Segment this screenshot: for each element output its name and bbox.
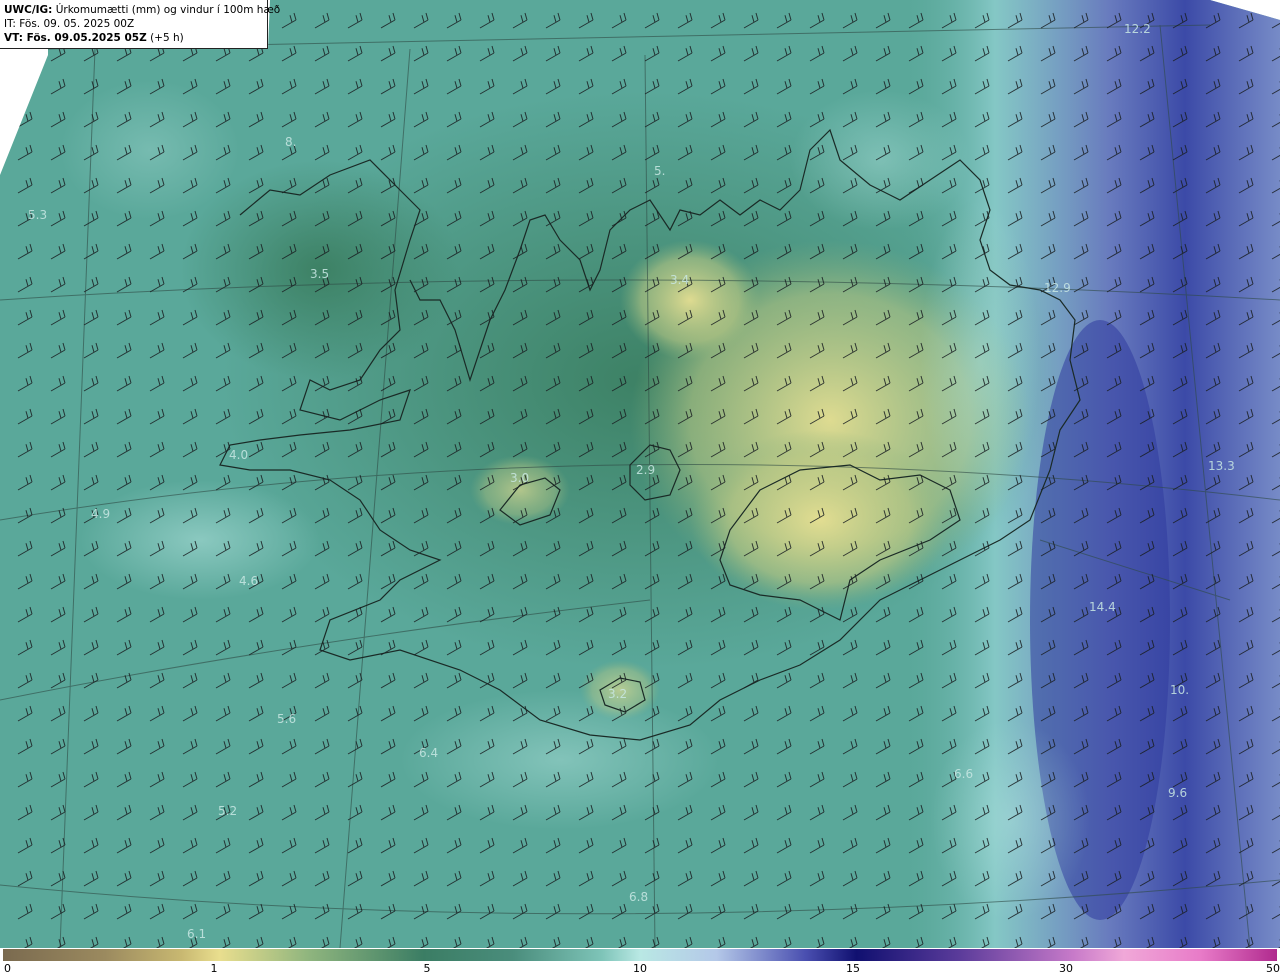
value-label: 6.8 (629, 890, 648, 904)
colorbar-legend: 0 1 5 10 15 30 50 (0, 948, 1280, 978)
value-label: 5.2 (218, 804, 237, 818)
precipitation-wind-map[interactable]: 12.2 5.3 3.5 3.4 12.9 4.0 3.0 2.9 13.3 4… (0, 0, 1280, 948)
map-info-box: UWC/IG: Úrkomumætti (mm) og vindur í 100… (0, 0, 280, 49)
value-label: 5.6 (277, 712, 296, 726)
valid-label: VT: Fös. 09.05.2025 05Z (4, 32, 147, 44)
value-label: 2.9 (636, 463, 655, 477)
value-label: 4.6 (239, 574, 258, 588)
value-label: 6.6 (954, 767, 973, 781)
colorbar-tick: 30 (1059, 962, 1073, 975)
value-label: 3.2 (608, 687, 627, 701)
colorbar-tick: 5 (423, 962, 431, 975)
value-label: 10. (1170, 683, 1189, 697)
value-label: 12.9 (1044, 281, 1071, 295)
value-label: 12.2 (1124, 22, 1151, 36)
value-label: 5.3 (28, 208, 47, 222)
value-label: 8. (285, 135, 296, 149)
value-label: 4.9 (91, 507, 110, 521)
value-label: 4.0 (229, 448, 248, 462)
colorbar-tick: 1 (210, 962, 218, 975)
title-bold: UWC/IG: (4, 4, 53, 16)
value-label: 5. (654, 164, 665, 178)
value-label: 9.6 (1168, 786, 1187, 800)
colorbar-tick: 10 (633, 962, 647, 975)
value-label: 14.4 (1089, 600, 1116, 614)
title-text: Úrkomumætti (mm) og vindur í 100m hæð (55, 4, 281, 16)
issue-time: IT: Fös. 09. 05. 2025 00Z (4, 18, 135, 30)
value-label: 3.5 (310, 267, 329, 281)
colorbar-gradient (3, 949, 1277, 961)
value-label: 3.0 (510, 471, 529, 485)
valid-time: VT: Fös. 09.05.2025 05Z (+5 h) (4, 31, 263, 45)
value-label: 3.4 (670, 273, 689, 287)
value-label: 13.3 (1208, 459, 1235, 473)
colorbar-tick: 0 (4, 962, 11, 975)
map-svg: 12.2 5.3 3.5 3.4 12.9 4.0 3.0 2.9 13.3 4… (0, 0, 1280, 948)
valid-offset: (+5 h) (150, 32, 184, 44)
value-label: 6.4 (419, 746, 438, 760)
precip-field: 12.2 5.3 3.5 3.4 12.9 4.0 3.0 2.9 13.3 4… (0, 0, 1280, 948)
colorbar-tick: 50 (1266, 962, 1280, 975)
map-title: UWC/IG: Úrkomumætti (mm) og vindur í 100… (4, 3, 280, 17)
colorbar-tick: 15 (846, 962, 860, 975)
value-label: 6.1 (187, 927, 206, 941)
